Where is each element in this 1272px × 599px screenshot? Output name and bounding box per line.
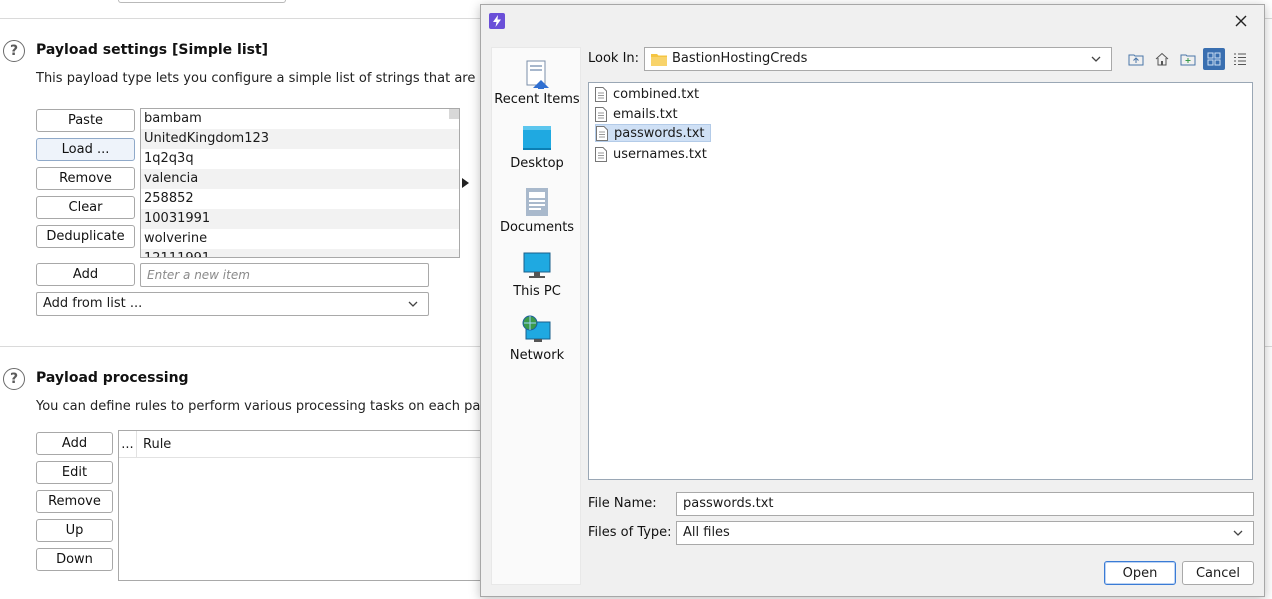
down-rule-button[interactable]: Down (36, 548, 113, 571)
chevron-down-icon (1091, 56, 1101, 62)
open-button[interactable]: Open (1104, 561, 1176, 585)
list-item[interactable]: wolverine (141, 229, 459, 249)
folder-icon (651, 54, 667, 66)
file-name-label: File Name: (588, 496, 657, 511)
file-item-usernames[interactable]: usernames.txt (595, 145, 712, 163)
file-type-select[interactable]: All files (676, 521, 1254, 545)
file-name: passwords.txt (614, 125, 705, 141)
edit-rule-button[interactable]: Edit (36, 461, 113, 484)
documents-icon (526, 188, 548, 216)
enabled-column-header[interactable]: ... (119, 431, 137, 457)
expand-arrow-icon[interactable] (462, 178, 469, 188)
payload-settings-description: This payload type lets you configure a s… (36, 71, 530, 86)
payload-list[interactable]: bambam UnitedKingdom123 1q2q3q valencia … (140, 108, 460, 258)
recent-items-icon (526, 60, 549, 89)
place-recent-items[interactable]: Recent Items (492, 58, 582, 107)
up-rule-button[interactable]: Up (36, 519, 113, 542)
close-icon[interactable] (1233, 13, 1249, 29)
new-item-input[interactable]: Enter a new item (140, 263, 429, 287)
file-item-passwords[interactable]: passwords.txt (595, 124, 711, 142)
file-item-combined[interactable]: combined.txt (595, 85, 704, 103)
desktop-icon (523, 126, 551, 150)
list-scrollbar[interactable] (449, 109, 459, 119)
text-file-icon (596, 125, 608, 141)
places-sidebar: Recent Items Desktop Documents This PC N… (491, 47, 581, 585)
file-item-emails[interactable]: emails.txt (595, 105, 683, 123)
list-item[interactable]: 10031991 (141, 209, 459, 229)
list-item[interactable]: UnitedKingdom123 (141, 129, 459, 149)
add-item-button[interactable]: Add (36, 263, 135, 286)
rules-table-header: ... Rule (119, 431, 497, 458)
text-file-icon (595, 86, 607, 102)
home-button[interactable] (1151, 48, 1173, 70)
remove-button[interactable]: Remove (36, 167, 135, 190)
details-view-button[interactable] (1229, 48, 1251, 70)
remove-rule-button[interactable]: Remove (36, 490, 113, 513)
clear-button[interactable]: Clear (36, 196, 135, 219)
place-label: Recent Items (494, 92, 580, 107)
file-type-label: Files of Type: (588, 525, 672, 540)
add-from-list-label: Add from list ... (43, 296, 143, 311)
home-icon (1155, 52, 1169, 66)
load-button[interactable]: Load ... (36, 138, 135, 161)
cancel-button[interactable]: Cancel (1182, 561, 1254, 585)
payload-processing-title: Payload processing (36, 370, 189, 386)
text-file-icon (595, 106, 607, 122)
place-network[interactable]: Network (492, 314, 582, 363)
list-item[interactable]: 1q2q3q (141, 149, 459, 169)
payload-settings-title: Payload settings [Simple list] (36, 42, 269, 58)
file-name-input[interactable]: passwords.txt (676, 492, 1254, 516)
file-type-value: All files (683, 525, 730, 540)
burp-app-icon (489, 13, 505, 29)
file-list[interactable]: combined.txt emails.txt passwords.txt us… (588, 82, 1253, 480)
details-view-icon (1234, 53, 1246, 65)
payload-processing-description: You can define rules to perform various … (36, 399, 529, 414)
list-view-button[interactable] (1203, 48, 1225, 70)
add-from-list-select[interactable]: Add from list ... (36, 292, 429, 316)
look-in-label: Look In: (588, 51, 640, 66)
place-label: Documents (499, 220, 575, 235)
help-icon[interactable]: ? (3, 368, 25, 390)
deduplicate-button[interactable]: Deduplicate (36, 225, 135, 248)
list-item[interactable]: bambam (141, 109, 459, 129)
place-documents[interactable]: Documents (492, 186, 582, 235)
file-name: emails.txt (613, 106, 678, 122)
place-label: Network (509, 348, 565, 363)
add-rule-button[interactable]: Add (36, 432, 113, 455)
grid-view-icon (1207, 52, 1221, 66)
list-item[interactable]: valencia (141, 169, 459, 189)
new-folder-icon (1180, 54, 1196, 66)
chevron-down-icon (1233, 530, 1243, 536)
paste-button[interactable]: Paste (36, 109, 135, 132)
chevron-down-icon (408, 301, 418, 307)
look-in-select[interactable]: BastionHostingCreds (644, 47, 1112, 71)
text-file-icon (595, 146, 607, 162)
list-item[interactable]: 258852 (141, 189, 459, 209)
network-icon (522, 315, 551, 342)
computer-icon (523, 252, 551, 278)
rules-table[interactable]: ... Rule (118, 430, 498, 581)
up-folder-button[interactable] (1125, 48, 1147, 70)
help-icon[interactable]: ? (3, 40, 25, 62)
place-label: Desktop (510, 156, 564, 171)
look-in-value: BastionHostingCreds (672, 51, 808, 66)
new-folder-button[interactable] (1177, 48, 1199, 70)
open-file-dialog: Recent Items Desktop Documents This PC N… (480, 4, 1265, 597)
file-name: usernames.txt (613, 146, 707, 162)
rule-column-header[interactable]: Rule (137, 437, 171, 452)
place-this-pc[interactable]: This PC (492, 250, 582, 299)
previous-dropdown-edge (118, 0, 286, 3)
list-item[interactable]: 12111991 (141, 249, 459, 257)
place-label: This PC (513, 284, 561, 299)
up-folder-icon (1128, 54, 1144, 66)
place-desktop[interactable]: Desktop (492, 122, 582, 171)
file-name: combined.txt (613, 86, 700, 102)
